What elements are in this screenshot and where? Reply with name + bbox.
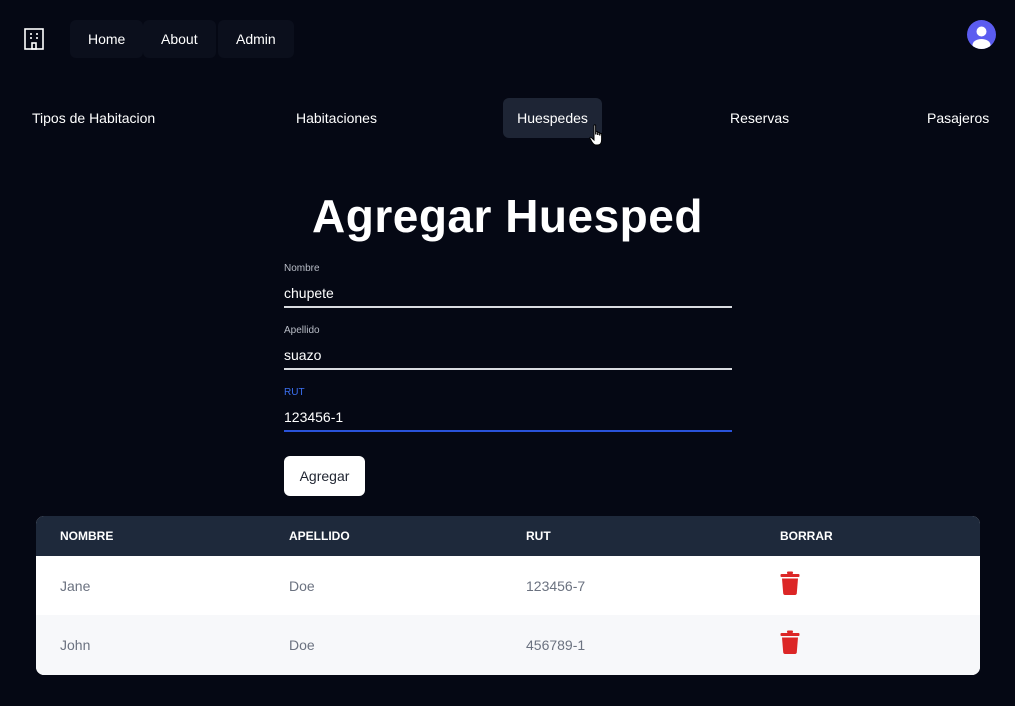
cell-apellido: Doe [289, 637, 315, 653]
user-avatar-icon[interactable] [967, 20, 996, 49]
cell-nombre: John [60, 637, 91, 653]
column-header-nombre: NOMBRE [60, 529, 114, 543]
top-navbar: Home About Admin [0, 0, 1015, 78]
page-title: Agregar Huesped [312, 190, 703, 242]
nav-home-link[interactable]: Home [70, 20, 144, 58]
table-row: Jane Doe 123456-7 [36, 556, 980, 616]
subnav-huespedes[interactable]: Huespedes [503, 98, 602, 138]
trash-icon[interactable] [780, 630, 800, 654]
apellido-field: Apellido [284, 324, 732, 374]
apellido-input[interactable] [284, 342, 732, 370]
cell-nombre: Jane [60, 578, 91, 594]
rut-label: RUT [284, 387, 305, 398]
agregar-button[interactable]: Agregar [284, 456, 365, 496]
nombre-input[interactable] [284, 280, 732, 308]
column-header-rut: RUT [526, 529, 551, 543]
nav-about-link[interactable]: About [143, 20, 216, 58]
rut-input[interactable] [284, 404, 732, 432]
cell-rut: 123456-7 [526, 578, 586, 594]
subnav-habitaciones[interactable]: Habitaciones [296, 98, 377, 138]
column-header-apellido: APELLIDO [289, 529, 350, 543]
nombre-label: Nombre [284, 263, 320, 274]
trash-icon[interactable] [780, 571, 800, 595]
building-icon[interactable] [22, 27, 46, 51]
apellido-label: Apellido [284, 325, 320, 336]
cell-apellido: Doe [289, 578, 315, 594]
subnav-pasajeros[interactable]: Pasajeros [927, 98, 989, 138]
nombre-field: Nombre [284, 262, 732, 312]
huespedes-table: NOMBRE APELLIDO RUT BORRAR Jane Doe 1234… [36, 516, 980, 675]
table-header-row: NOMBRE APELLIDO RUT BORRAR [36, 516, 980, 556]
rut-field: RUT [284, 386, 732, 436]
subnav-reservas[interactable]: Reservas [730, 98, 789, 138]
column-header-borrar: BORRAR [780, 529, 833, 543]
subnav-tipos-de-habitacion[interactable]: Tipos de Habitacion [32, 98, 155, 138]
table-row: John Doe 456789-1 [36, 615, 980, 675]
nav-admin-link[interactable]: Admin [218, 20, 294, 58]
cell-rut: 456789-1 [526, 637, 586, 653]
